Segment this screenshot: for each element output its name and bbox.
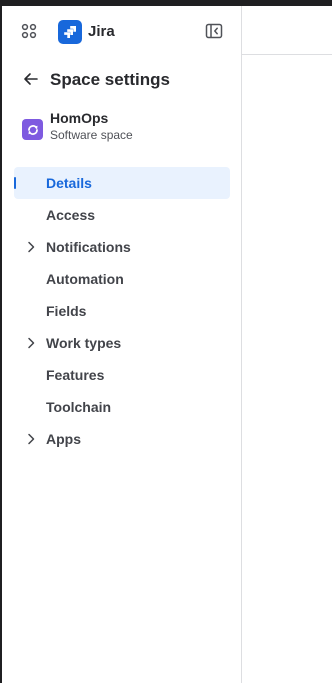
sidebar-item-details[interactable]: Details <box>14 167 230 199</box>
sidebar-item-label: Access <box>46 207 96 223</box>
chevron-right-icon[interactable] <box>24 336 38 350</box>
sidebar-item-apps[interactable]: Apps <box>14 423 230 455</box>
jira-logo-icon[interactable] <box>58 20 82 44</box>
sidebar-item-label: Work types <box>46 335 122 351</box>
header-divider <box>241 54 332 55</box>
sidebar-item-label: Apps <box>46 431 81 447</box>
sidebar-item-label: Toolchain <box>46 399 112 415</box>
back-button[interactable] <box>19 67 43 91</box>
sidebar: Jira Space settings HomOps Software spac… <box>2 6 242 683</box>
grid-icon <box>21 23 37 39</box>
chevron-right-icon[interactable] <box>24 432 38 446</box>
sidebar-item-features[interactable]: Features <box>14 359 230 391</box>
sidebar-item-label: Features <box>46 367 105 383</box>
sidebar-item-label: Details <box>46 175 92 191</box>
chevron-right-icon[interactable] <box>24 240 38 254</box>
space-name: HomOps <box>50 110 109 126</box>
sidebar-item-notifications[interactable]: Notifications <box>14 231 230 263</box>
sidebar-item-label: Notifications <box>46 239 131 255</box>
app-name[interactable]: Jira <box>88 22 115 42</box>
sidebar-item-automation[interactable]: Automation <box>14 263 230 295</box>
page-title: Space settings <box>50 70 170 89</box>
space-avatar <box>22 119 43 140</box>
arrow-left-icon <box>24 73 38 85</box>
refresh-icon <box>27 124 38 135</box>
active-indicator <box>14 177 16 189</box>
space-type: Software space <box>50 128 133 142</box>
sidebar-item-label: Fields <box>46 303 87 319</box>
app-switcher-button[interactable] <box>17 19 41 43</box>
sidebar-item-access[interactable]: Access <box>14 199 230 231</box>
sidebar-item-toolchain[interactable]: Toolchain <box>14 391 230 423</box>
sidebar-item-label: Automation <box>46 271 124 287</box>
sidebar-item-work-types[interactable]: Work types <box>14 327 230 359</box>
collapse-sidebar-button[interactable] <box>202 19 226 43</box>
settings-nav: Details Access Notifications Automation Fiel… <box>14 167 230 455</box>
sidebar-collapse-icon <box>205 23 223 39</box>
sidebar-item-fields[interactable]: Fields <box>14 295 230 327</box>
